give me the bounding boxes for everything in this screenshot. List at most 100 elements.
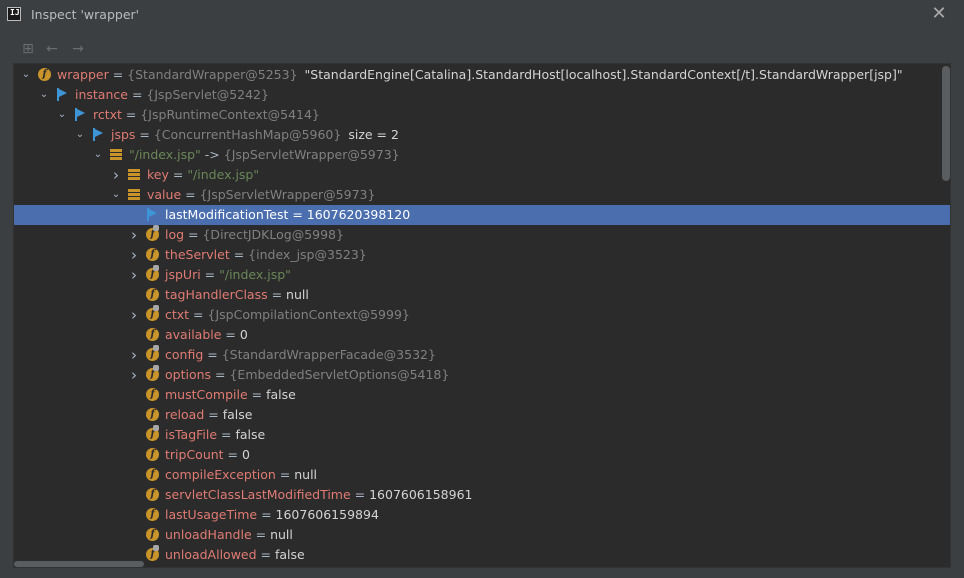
equals-sign: =: [275, 467, 295, 482]
collapse-arrow-icon[interactable]: ›: [128, 345, 140, 365]
tree-row[interactable]: › f jspUri = "/index.jsp": [14, 265, 950, 285]
variable-value: null: [270, 527, 293, 542]
tree-row[interactable]: › f config = {StandardWrapperFacade@3532}: [14, 345, 950, 365]
tree-row[interactable]: ⌄ rctxt = {JspRuntimeContext@5414}: [14, 105, 950, 125]
final-field-icon: f: [146, 545, 159, 561]
map-entry-icon: [128, 168, 141, 181]
equals-sign: =: [168, 167, 188, 182]
variable-value: 1607606158961: [369, 487, 473, 502]
variables-tree[interactable]: ⌄ f wrapper = {StandardWrapper@5253} "Stan…: [13, 63, 951, 568]
tree-row[interactable]: › key = "/index.jsp": [14, 165, 950, 185]
tree-row[interactable]: ⌄ f wrapper = {StandardWrapper@5253} "Stan…: [14, 65, 950, 85]
variable-name: instance: [75, 87, 128, 102]
row-text: available = 0: [165, 325, 248, 345]
tree-row[interactable]: f unloadHandle = null: [14, 525, 950, 545]
tree-row[interactable]: ⌄ "/index.jsp" -> {JspServletWrapper@5973…: [14, 145, 950, 165]
row-text: reload = false: [165, 405, 252, 425]
row-text: log = {DirectJDKLog@5998}: [165, 225, 344, 245]
collapse-arrow-icon[interactable]: ›: [128, 365, 140, 385]
variable-name: tagHandlerClass: [165, 287, 268, 302]
tree-row[interactable]: f tagHandlerClass = null: [14, 285, 950, 305]
object-ref: {StandardWrapperFacade@3532}: [221, 347, 436, 362]
collapse-arrow-icon[interactable]: ›: [128, 305, 140, 325]
object-ref: {EmbeddedServletOptions@5418}: [229, 367, 450, 382]
row-text: value = {JspServletWrapper@5973}: [147, 185, 375, 205]
row-text: jspUri = "/index.jsp": [165, 265, 291, 285]
watch-flag-icon: [92, 128, 105, 141]
tree-view-icon[interactable]: ⊞: [18, 40, 38, 58]
tree-row[interactable]: f unloadAllowed = false: [14, 545, 950, 565]
tree-row[interactable]: › f ctxt = {JspCompilationContext@5999}: [14, 305, 950, 325]
expand-arrow-icon[interactable]: ⌄: [56, 105, 68, 125]
tree-row[interactable]: f isTagFile = false: [14, 425, 950, 445]
close-icon[interactable]: ✕: [930, 4, 948, 24]
row-text: unloadHandle = null: [165, 525, 293, 545]
field-icon: f: [146, 328, 159, 341]
tree-row[interactable]: f mustCompile = false: [14, 385, 950, 405]
collapse-arrow-icon[interactable]: ›: [128, 265, 140, 285]
row-text: key = "/index.jsp": [147, 165, 259, 185]
expand-arrow-icon[interactable]: ⌄: [20, 65, 32, 85]
vertical-scrollbar[interactable]: [942, 66, 950, 181]
variable-value: false: [274, 547, 305, 562]
object-ref: {DirectJDKLog@5998}: [202, 227, 344, 242]
equals-sign: =: [251, 527, 271, 542]
variable-name: theServlet: [165, 247, 230, 262]
row-text: mustCompile = false: [165, 385, 296, 405]
equals-sign: =: [257, 507, 276, 522]
tree-row[interactable]: › f log = {DirectJDKLog@5998}: [14, 225, 950, 245]
watch-flag-icon: [56, 88, 69, 101]
variable-name: lastModificationTest: [165, 207, 289, 222]
field-icon: f: [146, 288, 159, 301]
equals-sign: =: [229, 247, 249, 262]
tree-row[interactable]: f lastUsageTime = 1607606159894: [14, 505, 950, 525]
tree-row[interactable]: › f theServlet = {index_jsp@3523}: [14, 245, 950, 265]
variable-name: reload: [165, 407, 205, 422]
toolbar: ⊞ ← →: [0, 36, 964, 62]
collapse-arrow-icon[interactable]: ›: [128, 225, 140, 245]
final-field-icon: f: [146, 265, 159, 281]
tree-row[interactable]: f compileException = null: [14, 465, 950, 485]
expand-arrow-icon[interactable]: ⌄: [74, 125, 86, 145]
equals-sign: =: [200, 267, 220, 282]
tree-row[interactable]: f reload = false: [14, 405, 950, 425]
variable-name: isTagFile: [165, 427, 218, 442]
tree-row[interactable]: f available = 0: [14, 325, 950, 345]
object-ref: {JspServletWrapper@5973}: [223, 147, 400, 162]
equals-sign: =: [223, 447, 242, 462]
collapse-arrow-icon[interactable]: ›: [110, 165, 122, 185]
tree-row[interactable]: ⌄ instance = {JspServlet@5242}: [14, 85, 950, 105]
horizontal-scrollbar[interactable]: [14, 561, 144, 567]
intellij-icon: IJ: [7, 7, 21, 21]
forward-arrow-icon[interactable]: →: [68, 40, 88, 58]
variable-name: config: [165, 347, 204, 362]
variable-value: 0: [242, 447, 250, 462]
row-text: lastModificationTest = 1607620398120: [165, 205, 410, 225]
equals-sign: =: [203, 347, 222, 362]
expand-arrow-icon[interactable]: ⌄: [110, 185, 122, 205]
variable-name: lastUsageTime: [165, 507, 258, 522]
expand-arrow-icon[interactable]: ⌄: [38, 85, 50, 105]
tree-row[interactable]: f tripCount = 0: [14, 445, 950, 465]
tree-row[interactable]: lastModificationTest = 1607620398120: [14, 205, 950, 225]
variable-name: jsps: [111, 127, 136, 142]
tree-row[interactable]: ⌄ value = {JspServletWrapper@5973}: [14, 185, 950, 205]
back-arrow-icon[interactable]: ←: [42, 40, 62, 58]
variable-name: key: [147, 167, 169, 182]
window-title: Inspect 'wrapper': [31, 7, 140, 22]
tree-row[interactable]: ⌄ jsps = {ConcurrentHashMap@5960} size = …: [14, 125, 950, 145]
tree-row[interactable]: f servletClassLastModifiedTime = 16076061…: [14, 485, 950, 505]
collapse-arrow-icon[interactable]: ›: [128, 245, 140, 265]
equals-sign: =: [217, 427, 236, 442]
equals-sign: =: [350, 487, 370, 502]
equals-sign: =: [135, 127, 154, 142]
tree-row[interactable]: › f options = {EmbeddedServletOptions@5418…: [14, 365, 950, 385]
variable-value: false: [222, 407, 253, 422]
equals-sign: =: [267, 287, 287, 302]
object-ref: {ConcurrentHashMap@5960}: [153, 127, 342, 142]
variable-name: unloadHandle: [165, 527, 252, 542]
equals-sign: =: [256, 547, 275, 562]
variable-value: 0: [239, 327, 248, 342]
expand-arrow-icon[interactable]: ⌄: [92, 145, 104, 165]
variable-name: mustCompile: [165, 387, 248, 402]
